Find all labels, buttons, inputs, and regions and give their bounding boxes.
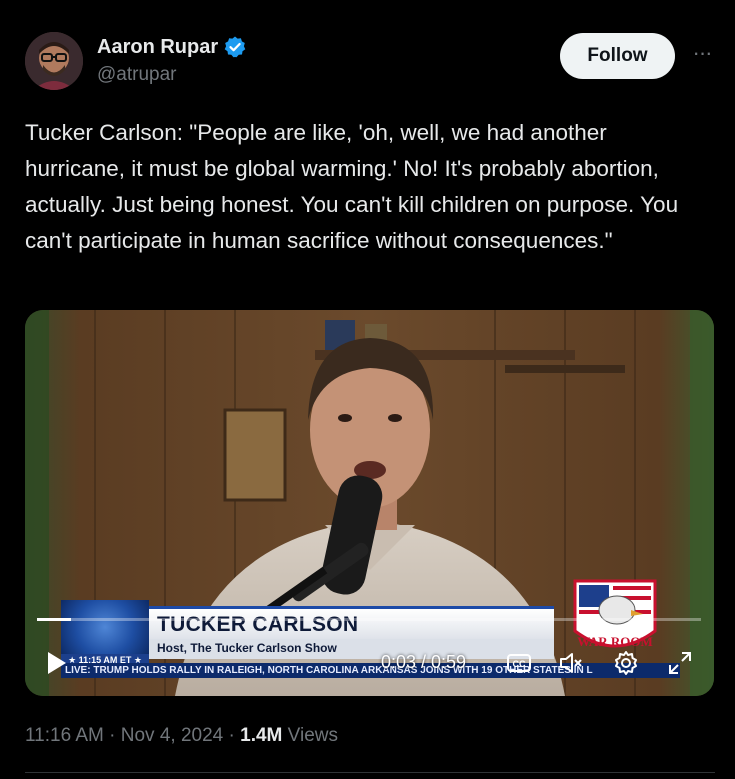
divider <box>25 772 715 773</box>
video-player[interactable]: ★ 11:15 AM ET ★ TUCKER CARLSON Host, The… <box>25 310 714 696</box>
svg-text:CC: CC <box>513 659 526 669</box>
muted-speaker-icon[interactable] <box>558 650 584 676</box>
video-progress-bar[interactable] <box>37 618 701 621</box>
follow-button[interactable]: Follow <box>560 33 675 79</box>
tweet-card: Aaron Rupar @atrupar Follow ··· Tucker C… <box>0 0 735 779</box>
views-label: Views <box>282 725 338 746</box>
video-progress-fill <box>37 618 71 621</box>
tweet-time[interactable]: 11:16 AM <box>25 725 104 747</box>
tweet-meta: 11:16 AM · Nov 4, 2024 · 1.4M Views <box>25 725 338 747</box>
profile-photo <box>25 32 83 90</box>
tweet-text: Tucker Carlson: "People are like, 'oh, w… <box>25 120 679 253</box>
lower-third-title: Host, The Tucker Carlson Show <box>157 641 337 655</box>
fullscreen-icon[interactable] <box>667 650 693 676</box>
gear-icon[interactable] <box>613 650 639 676</box>
author-name-row[interactable]: Aaron Rupar <box>97 35 247 59</box>
video-time-readout: 0:03 / 0:59 <box>381 652 467 672</box>
views-count: 1.4M <box>240 725 283 746</box>
author-avatar[interactable] <box>25 32 83 90</box>
lower-third-name-bar: TUCKER CARLSON <box>149 606 554 639</box>
author-display-name[interactable]: Aaron Rupar <box>97 36 218 59</box>
meta-separator: · <box>103 725 121 746</box>
tweet-date[interactable]: Nov 4, 2024 <box>121 725 223 747</box>
network-globe-icon <box>61 600 149 654</box>
svg-text:WAR ROOM: WAR ROOM <box>577 634 652 649</box>
meta-separator: · <box>223 725 241 746</box>
play-icon[interactable] <box>43 650 69 676</box>
author-handle[interactable]: @atrupar <box>97 64 177 86</box>
cc-icon[interactable]: CC <box>506 650 532 676</box>
lower-third-title-bar: Host, The Tucker Carlson Show <box>149 639 554 659</box>
more-dots-icon[interactable]: ··· <box>688 42 716 70</box>
lower-third-name: TUCKER CARLSON <box>157 613 359 636</box>
verified-badge-icon <box>223 35 247 59</box>
